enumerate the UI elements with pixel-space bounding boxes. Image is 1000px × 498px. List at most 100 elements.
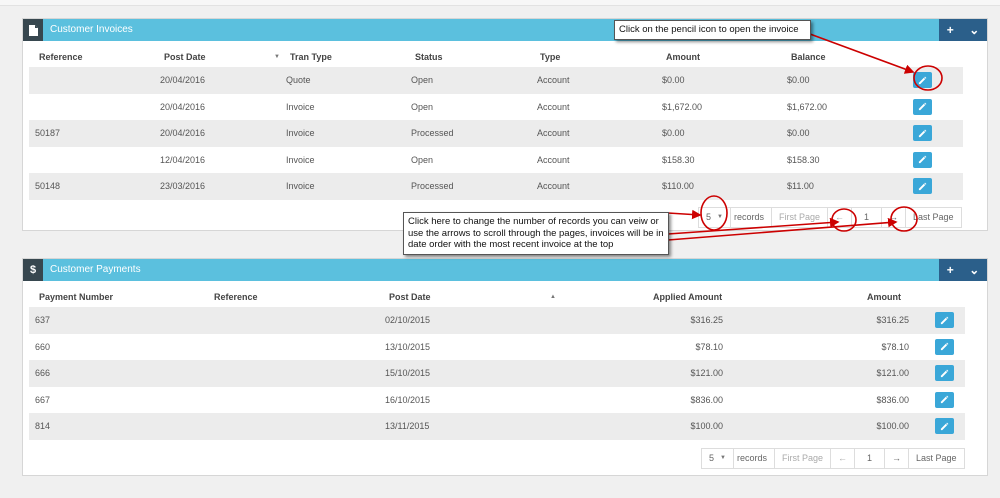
pencil-icon[interactable] xyxy=(913,178,932,195)
table-cell: $121.00 xyxy=(876,368,909,379)
current-page[interactable]: 1 xyxy=(855,449,886,468)
table-cell: Invoice xyxy=(286,101,315,112)
invoices-table-header: Reference Post Date ▼ Tran Type Status T… xyxy=(23,48,983,66)
records-label: records xyxy=(734,449,775,468)
table-row: 50148 23/03/2016 Invoice Processed Account $1… xyxy=(29,173,963,200)
payments-panel-title: Customer Payments xyxy=(50,264,141,275)
col-status[interactable]: Status xyxy=(415,48,443,66)
table-cell: Processed xyxy=(411,128,454,139)
table-cell: $316.25 xyxy=(690,315,723,325)
top-divider xyxy=(0,0,1000,6)
payments-table-header: Payment Number Reference Post Date ▲ App… xyxy=(23,288,983,306)
table-cell: $78.10 xyxy=(695,341,723,352)
first-page-button[interactable]: First Page xyxy=(775,449,831,468)
table-cell: $836.00 xyxy=(876,394,909,405)
table-cell: Invoice xyxy=(286,128,315,139)
table-cell: $0.00 xyxy=(787,75,810,85)
table-cell: $158.30 xyxy=(787,154,820,165)
table-cell: $836.00 xyxy=(690,394,723,405)
table-cell: $316.25 xyxy=(876,315,909,325)
table-cell: 637 xyxy=(35,315,51,325)
first-page-button[interactable]: First Page xyxy=(772,208,828,227)
customer-payments-panel: $ Customer Payments + ⌄ Payment Number R… xyxy=(22,258,988,476)
table-cell: $11.00 xyxy=(787,181,814,192)
next-page-button[interactable]: → xyxy=(885,449,910,468)
caret-down-icon: ▼ xyxy=(717,214,723,220)
page-size-select[interactable]: 5 ▼ xyxy=(702,449,734,468)
col-reference[interactable]: Reference xyxy=(214,288,258,306)
last-page-button[interactable]: Last Page xyxy=(909,449,964,468)
table-cell: 50187 xyxy=(35,128,61,139)
add-icon[interactable]: + xyxy=(947,263,954,277)
table-cell: $100.00 xyxy=(690,421,723,432)
table-cell: 660 xyxy=(35,341,51,352)
table-row: 814 13/11/2015 $100.00 $100.00 xyxy=(29,413,965,440)
col-post-date[interactable]: Post Date xyxy=(164,48,206,66)
table-row: 667 16/10/2015 $836.00 $836.00 xyxy=(29,387,965,414)
col-post-date[interactable]: Post Date xyxy=(389,288,431,306)
chevron-down-icon[interactable]: ⌄ xyxy=(969,23,979,37)
next-page-button[interactable]: → xyxy=(882,208,907,227)
table-cell: $1,672.00 xyxy=(787,101,828,112)
table-cell: 814 xyxy=(35,421,51,432)
table-cell: $100.00 xyxy=(876,421,909,432)
table-cell: 667 xyxy=(35,394,51,405)
col-tran-type[interactable]: Tran Type xyxy=(290,48,332,66)
table-cell: Account xyxy=(537,75,570,85)
pencil-icon[interactable] xyxy=(935,391,954,408)
table-row: 20/04/2016 Invoice Open Account $1,672.00 $1,… xyxy=(29,94,963,121)
table-cell: 20/04/2016 xyxy=(160,101,206,112)
last-page-button[interactable]: Last Page xyxy=(906,208,961,227)
table-cell: Account xyxy=(537,101,570,112)
table-cell: 02/10/2015 xyxy=(385,315,431,325)
table-cell: Account xyxy=(537,128,570,139)
table-cell: Invoice xyxy=(286,154,315,165)
table-row: 666 15/10/2015 $121.00 $121.00 xyxy=(29,360,965,387)
col-reference[interactable]: Reference xyxy=(39,48,83,66)
table-cell: Open xyxy=(411,154,434,165)
page-size-select[interactable]: 5 ▼ xyxy=(699,208,731,227)
table-cell: Processed xyxy=(411,181,454,192)
table-cell: $0.00 xyxy=(787,128,810,139)
add-icon[interactable]: + xyxy=(947,23,954,37)
current-page[interactable]: 1 xyxy=(852,208,883,227)
table-cell: $110.00 xyxy=(662,181,694,192)
pencil-icon[interactable] xyxy=(935,365,954,382)
table-cell: 20/04/2016 xyxy=(160,128,206,139)
pencil-icon[interactable] xyxy=(913,72,932,88)
table-row: 20/04/2016 Quote Open Account $0.00 $0.00 xyxy=(29,67,963,94)
payments-header-buttons: + ⌄ xyxy=(939,259,987,281)
chevron-down-icon[interactable]: ⌄ xyxy=(969,263,979,277)
sort-down-icon[interactable]: ▼ xyxy=(274,48,280,66)
table-cell: Account xyxy=(537,181,570,192)
customer-invoices-panel: Customer Invoices + ⌄ Reference Post Dat… xyxy=(22,18,988,231)
col-payment-number[interactable]: Payment Number xyxy=(39,288,113,306)
payments-panel-header: $ Customer Payments + ⌄ xyxy=(23,259,987,281)
pencil-icon[interactable] xyxy=(913,151,932,168)
table-row: 50187 20/04/2016 Invoice Processed Account $0… xyxy=(29,120,963,147)
pencil-icon[interactable] xyxy=(935,418,954,435)
sort-up-icon[interactable]: ▲ xyxy=(550,288,556,306)
pencil-icon[interactable] xyxy=(935,312,954,328)
col-amount[interactable]: Amount xyxy=(666,48,700,66)
prev-page-button[interactable]: ← xyxy=(831,449,855,468)
pencil-icon[interactable] xyxy=(913,125,932,142)
pencil-callout: Click on the pencil icon to open the inv… xyxy=(614,20,811,40)
caret-down-icon: ▼ xyxy=(720,455,726,461)
invoices-panel-header: Customer Invoices + ⌄ xyxy=(23,19,987,41)
prev-page-button[interactable]: ← xyxy=(828,208,852,227)
table-cell: Invoice xyxy=(286,181,315,192)
col-balance[interactable]: Balance xyxy=(791,48,826,66)
table-cell: $158.30 xyxy=(662,154,695,165)
table-cell: $0.00 xyxy=(662,75,685,85)
records-label: records xyxy=(731,208,772,227)
table-row: 637 02/10/2015 $316.25 $316.25 xyxy=(29,307,965,334)
pencil-icon[interactable] xyxy=(913,98,932,115)
pencil-icon[interactable] xyxy=(935,338,954,355)
col-type[interactable]: Type xyxy=(540,48,560,66)
col-amount[interactable]: Amount xyxy=(867,288,901,306)
pager-callout: Click here to change the number of recor… xyxy=(403,212,669,255)
table-cell: 666 xyxy=(35,368,51,379)
col-applied-amount[interactable]: Applied Amount xyxy=(653,288,722,306)
table-cell: 16/10/2015 xyxy=(385,394,431,405)
